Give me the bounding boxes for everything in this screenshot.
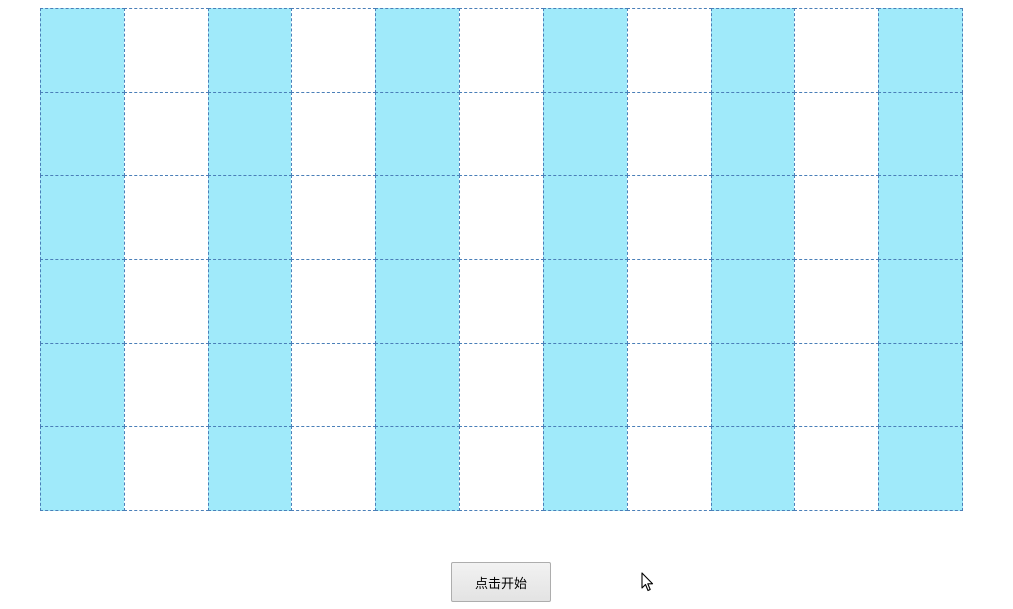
grid-cell xyxy=(123,426,209,511)
grid-cell xyxy=(626,175,712,260)
grid-cell xyxy=(459,175,544,260)
grid-cell xyxy=(40,8,125,93)
grid-cell xyxy=(207,258,293,344)
grid-cell xyxy=(878,175,963,260)
grid-cell xyxy=(291,175,377,260)
grid-cell xyxy=(40,258,125,344)
grid-cell xyxy=(626,258,712,344)
grid-cell xyxy=(207,342,293,428)
grid-cell xyxy=(459,342,544,428)
mouse-pointer-icon xyxy=(641,572,654,592)
grid-cell xyxy=(710,175,796,260)
grid-cell xyxy=(40,342,125,428)
start-button[interactable]: 点击开始 xyxy=(451,562,551,602)
grid-cell xyxy=(878,91,963,177)
grid-cell xyxy=(878,8,963,93)
grid-cell xyxy=(40,91,125,177)
grid-cell xyxy=(626,426,712,511)
grid-cell xyxy=(459,258,544,344)
grid-cell xyxy=(291,426,377,511)
grid-cell xyxy=(459,426,544,511)
grid-cell xyxy=(291,8,377,93)
grid-cell xyxy=(542,426,628,511)
grid-cell xyxy=(626,91,712,177)
grid-cell xyxy=(794,258,880,344)
grid-cell xyxy=(794,175,880,260)
grid-cell xyxy=(123,342,209,428)
grid-cell xyxy=(291,258,377,344)
grid-cell xyxy=(123,258,209,344)
grid-cell xyxy=(626,342,712,428)
grid-cell xyxy=(207,175,293,260)
grid-board xyxy=(40,8,963,511)
grid-cell xyxy=(878,342,963,428)
grid-cell xyxy=(207,426,293,511)
grid-cell xyxy=(710,342,796,428)
grid-cell xyxy=(542,175,628,260)
grid-cell xyxy=(794,426,880,511)
grid-cell xyxy=(375,342,461,428)
grid-cell xyxy=(542,258,628,344)
grid-cell xyxy=(123,91,209,177)
grid-cell xyxy=(542,8,628,93)
grid-cell xyxy=(40,175,125,260)
grid-cell xyxy=(375,258,461,344)
grid-cell xyxy=(794,342,880,428)
grid-cell xyxy=(375,426,461,511)
grid-cell xyxy=(794,91,880,177)
grid-cell xyxy=(459,8,544,93)
grid-cell xyxy=(710,426,796,511)
grid-cell xyxy=(542,342,628,428)
grid-cell xyxy=(710,258,796,344)
grid-cell xyxy=(207,91,293,177)
grid-cell xyxy=(291,91,377,177)
grid-cell xyxy=(375,91,461,177)
grid-cell xyxy=(291,342,377,428)
grid-cell xyxy=(878,426,963,511)
grid-cell xyxy=(123,175,209,260)
grid-cell xyxy=(123,8,209,93)
grid-cell xyxy=(794,8,880,93)
grid-cell xyxy=(375,8,461,93)
grid-cell xyxy=(878,258,963,344)
grid-cell xyxy=(207,8,293,93)
grid-cell xyxy=(710,8,796,93)
grid-cell xyxy=(375,175,461,260)
grid-cell xyxy=(626,8,712,93)
grid-cell xyxy=(40,426,125,511)
grid-cell xyxy=(710,91,796,177)
grid-cell xyxy=(542,91,628,177)
grid-cell xyxy=(459,91,544,177)
